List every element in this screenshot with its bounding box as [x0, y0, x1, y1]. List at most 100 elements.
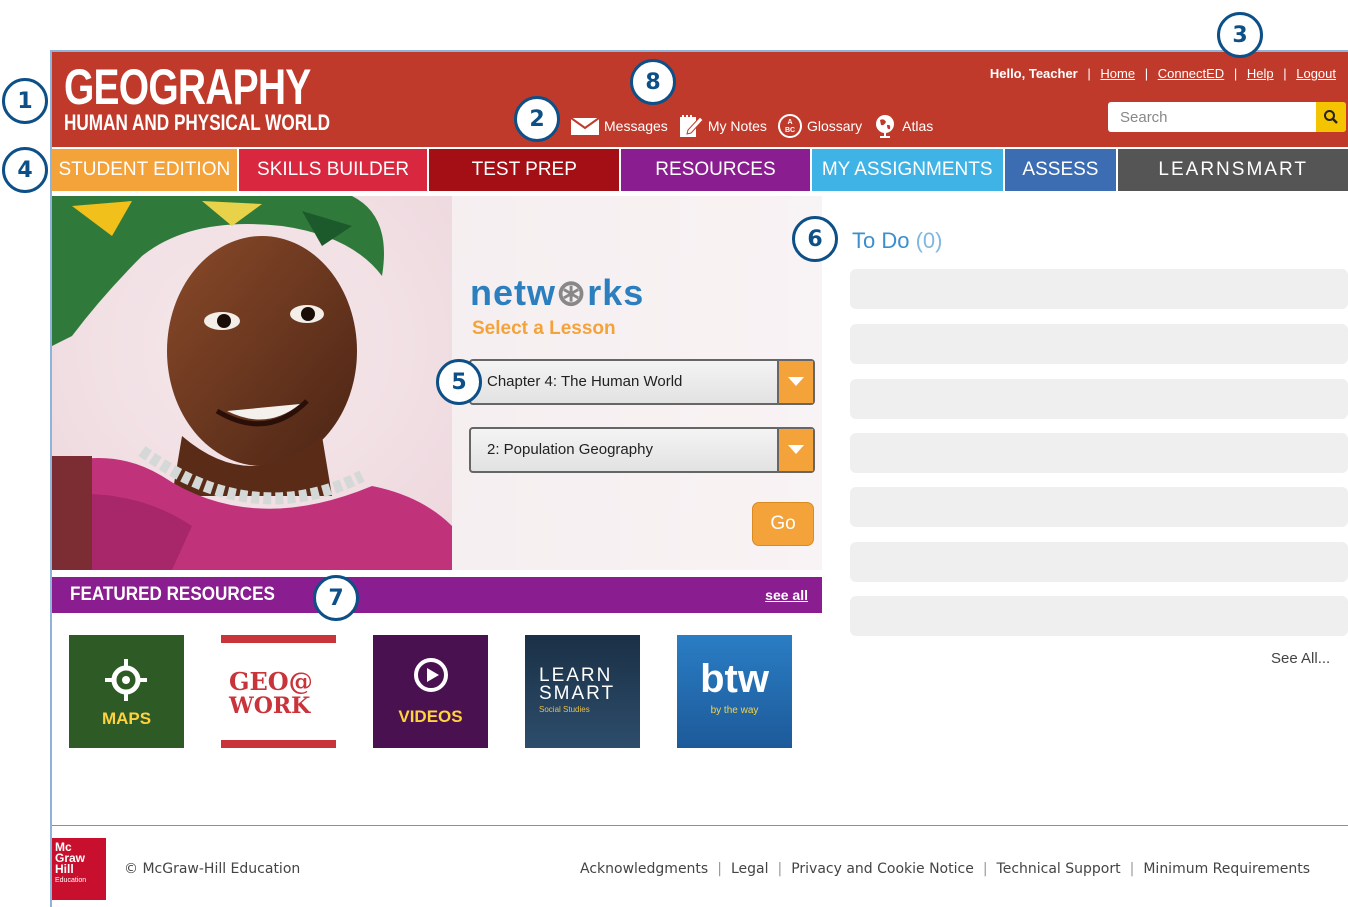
atlas-label: Atlas — [902, 118, 934, 134]
footer-links: Acknowledgments | Legal | Privacy and Cookie… — [580, 861, 1310, 877]
networks-logo: netw⊛rks — [470, 272, 644, 314]
glossary-icon: ABC — [777, 114, 802, 138]
maps-tile[interactable]: MAPS — [69, 635, 184, 748]
acknowledgments-link[interactable]: Acknowledgments — [580, 861, 708, 877]
play-icon — [414, 658, 448, 692]
networks-logo-o: ⊛ — [556, 272, 588, 313]
svg-text:BC: BC — [785, 127, 795, 134]
geo-label: GEO@ — [229, 667, 313, 696]
chapter-select-value: Chapter 4: The Human World — [487, 373, 683, 390]
svg-text:A: A — [787, 119, 792, 126]
main-nav: STUDENT EDITION SKILLS BUILDER TEST PREP… — [52, 149, 1348, 191]
maps-label: MAPS — [101, 709, 152, 728]
product-subtitle: HUMAN AND PHYSICAL WORLD — [64, 110, 330, 135]
notes-icon — [679, 115, 704, 137]
tab-skills-builder[interactable]: SKILLS BUILDER — [238, 149, 428, 191]
callout-badge: 7 — [313, 575, 359, 621]
chevron-down-icon — [788, 445, 804, 454]
target-icon — [105, 659, 147, 701]
technical-support-link[interactable]: Technical Support — [997, 861, 1121, 877]
featured-see-all-link[interactable]: see all — [765, 587, 808, 603]
legal-link[interactable]: Legal — [731, 861, 769, 877]
globe-icon — [876, 115, 895, 138]
separator: | — [1144, 66, 1149, 81]
social-studies-label: Social Studies — [539, 705, 590, 714]
glossary-link[interactable]: A BC Glossary — [777, 113, 862, 139]
callout-badge: 3 — [1217, 12, 1263, 58]
callout-badge: 5 — [436, 359, 482, 405]
tab-student-edition[interactable]: STUDENT EDITION — [52, 149, 237, 191]
featured-tiles: MAPS GEO@ WORK VIDEOS LEARN SMART Social… — [69, 635, 829, 748]
search-input[interactable] — [1108, 102, 1312, 132]
geo-at-work-tile[interactable]: GEO@ WORK — [221, 635, 336, 748]
todo-row — [850, 433, 1348, 473]
callout-badge: 2 — [514, 96, 560, 142]
featured-resources-bar: FEATURED RESOURCES see all — [52, 577, 822, 613]
separator: | — [1087, 66, 1091, 81]
home-link[interactable]: Home — [1100, 66, 1135, 81]
select-lesson-label: Select a Lesson — [472, 318, 616, 339]
tab-learnsmart[interactable]: LEARNSMART — [1118, 149, 1348, 191]
quick-links: Messages My Notes A BC Glossary Atlas — [570, 112, 943, 140]
privacy-link[interactable]: Privacy and Cookie Notice — [791, 861, 974, 877]
glossary-label: Glossary — [806, 118, 863, 134]
search-icon — [1324, 110, 1338, 124]
todo-row — [850, 379, 1348, 419]
site-header: GEOGRAPHY HUMAN AND PHYSICAL WORLD Hello… — [52, 52, 1348, 147]
learnsmart-tile[interactable]: LEARN SMART Social Studies — [525, 635, 640, 748]
tab-assess[interactable]: ASSESS — [1004, 149, 1117, 191]
separator: | — [1233, 66, 1238, 81]
utility-links: Hello, Teacher | Home | ConnectED | Help… — [990, 66, 1336, 81]
separator: | — [982, 861, 988, 877]
mcgraw-hill-logo[interactable]: Mc Graw Hill Education — [52, 838, 106, 900]
videos-tile[interactable]: VIDEOS — [373, 635, 488, 748]
by-the-way-label: by the way — [710, 705, 759, 716]
copyright-text: © McGraw-Hill Education — [124, 861, 301, 877]
help-link[interactable]: Help — [1247, 66, 1274, 81]
callout-badge: 6 — [792, 216, 838, 262]
btw-label: btw — [700, 657, 769, 701]
tab-resources[interactable]: RESOURCES — [621, 149, 810, 191]
search-box — [1108, 102, 1346, 132]
messages-label: Messages — [604, 118, 668, 134]
todo-see-all-link[interactable]: See All... — [1271, 650, 1330, 667]
todo-heading: To Do — [852, 228, 910, 253]
lesson-dropdown-button[interactable] — [777, 429, 813, 471]
separator: | — [1283, 66, 1287, 81]
messages-link[interactable]: Messages — [570, 116, 668, 136]
product-title[interactable]: GEOGRAPHY — [64, 62, 311, 112]
todo-row — [850, 487, 1348, 527]
separator: | — [1129, 861, 1135, 877]
lesson-select[interactable]: 2: Population Geography — [469, 427, 815, 473]
tab-my-assignments[interactable]: MY ASSIGNMENTS — [811, 149, 1003, 191]
separator: | — [777, 861, 783, 877]
chevron-down-icon — [788, 377, 804, 386]
chapter-dropdown-button[interactable] — [777, 361, 813, 403]
logo-text-education: Education — [55, 877, 87, 884]
envelope-icon — [570, 117, 600, 135]
atlas-link[interactable]: Atlas — [872, 113, 933, 139]
todo-row — [850, 324, 1348, 364]
connected-link[interactable]: ConnectED — [1158, 66, 1224, 81]
chapter-select[interactable]: Chapter 4: The Human World — [469, 359, 815, 405]
go-button[interactable]: Go — [752, 502, 814, 546]
notes-label: My Notes — [707, 118, 767, 134]
work-label: WORK — [229, 693, 311, 719]
search-button[interactable] — [1316, 102, 1346, 132]
student-photo — [52, 196, 452, 570]
networks-logo-b: rks — [587, 272, 645, 313]
minimum-requirements-link[interactable]: Minimum Requirements — [1143, 861, 1310, 877]
featured-resources-title: FEATURED RESOURCES — [70, 584, 275, 605]
todo-count: (0) — [915, 228, 943, 253]
callout-badge: 4 — [2, 147, 48, 193]
todo-row — [850, 596, 1348, 636]
logo-text-hill: Hill — [55, 862, 74, 876]
todo-row — [850, 269, 1348, 309]
todo-row — [850, 542, 1348, 582]
my-notes-link[interactable]: My Notes — [678, 113, 767, 139]
logout-link[interactable]: Logout — [1296, 66, 1336, 81]
btw-tile[interactable]: btw by the way — [677, 635, 792, 748]
tab-test-prep[interactable]: TEST PREP — [429, 149, 620, 191]
lesson-select-value: 2: Population Geography — [487, 441, 653, 458]
greeting: Hello, Teacher — [989, 66, 1078, 81]
